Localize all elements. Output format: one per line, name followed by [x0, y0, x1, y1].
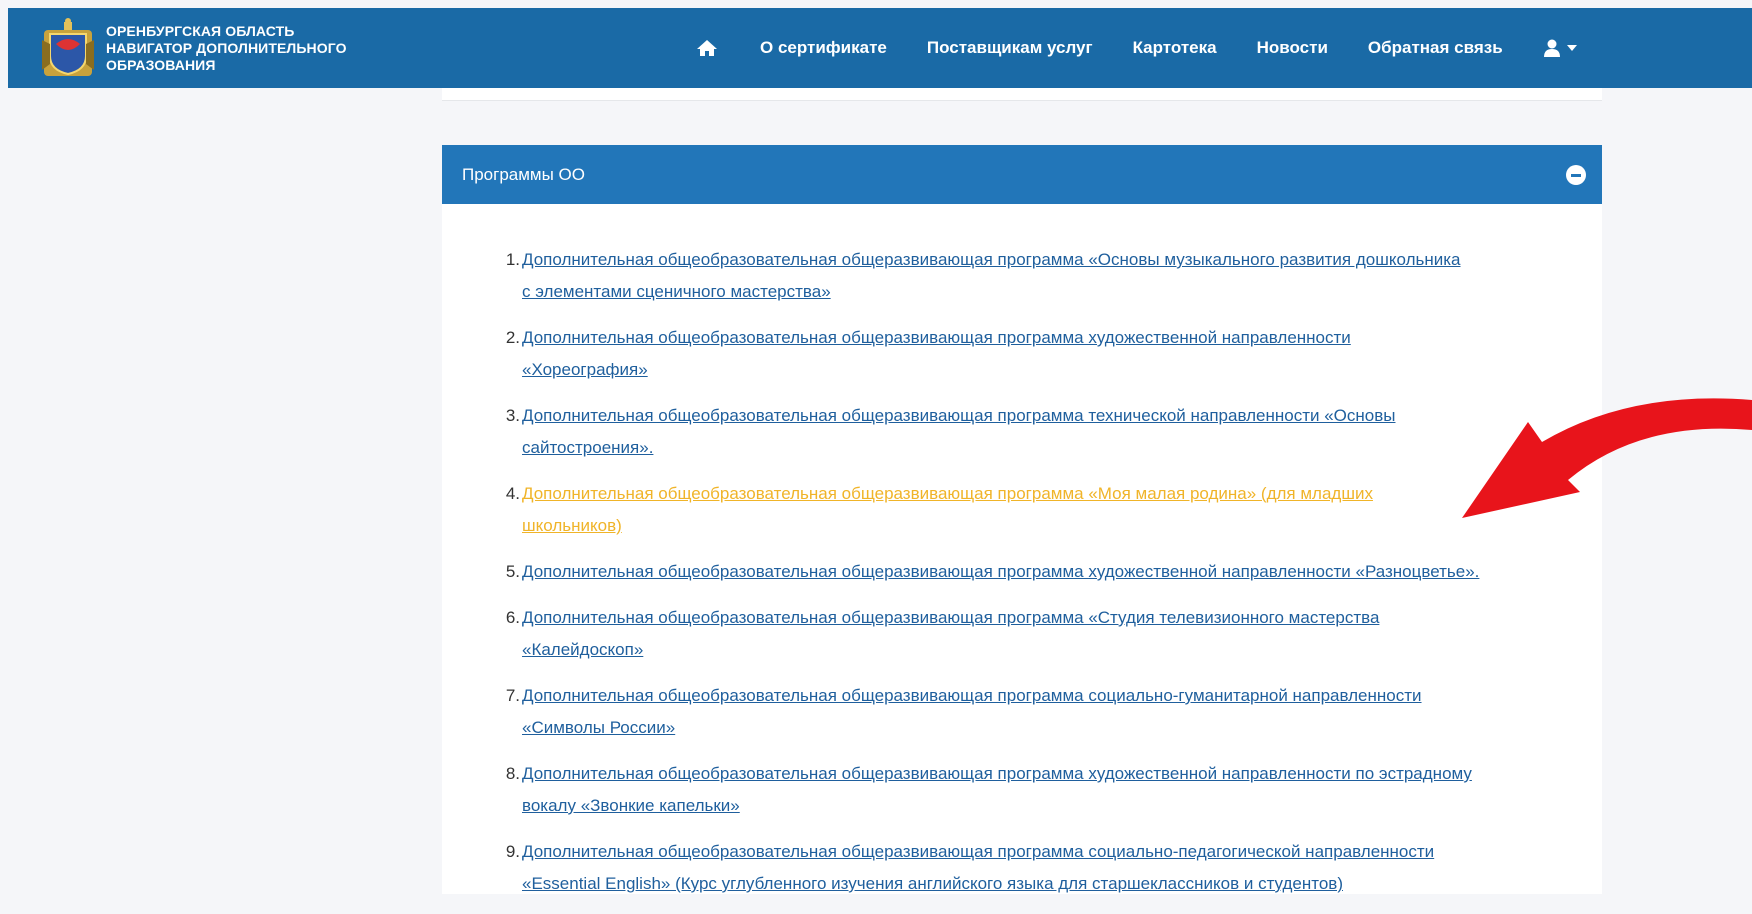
nav-providers[interactable]: Поставщикам услуг — [927, 38, 1093, 58]
user-icon — [1543, 39, 1560, 57]
item-number: 6. — [505, 608, 520, 627]
program-link[interactable]: Дополнительная общеобразовательная общер… — [522, 250, 1461, 301]
program-link[interactable]: Дополнительная общеобразовательная общер… — [522, 328, 1351, 379]
item-number: 3. — [505, 406, 520, 425]
programs-list: 1. Дополнительная общеобразовательная об… — [504, 244, 1594, 914]
program-link[interactable]: Дополнительная общеобразовательная общер… — [522, 562, 1479, 581]
item-number: 8. — [505, 764, 520, 783]
program-link-line1: Дополнительная общеобразовательная общер… — [522, 406, 1396, 425]
list-item: 6. Дополнительная общеобразовательная об… — [504, 602, 1594, 666]
brand-line-2: НАВИГАТОР ДОПОЛНИТЕЛЬНОГО — [106, 39, 347, 56]
brand-line-1: ОРЕНБУРГСКАЯ ОБЛАСТЬ — [106, 22, 295, 39]
program-link-line1: Дополнительная общеобразовательная общер… — [522, 328, 1351, 347]
list-item: 4. Дополнительная общеобразовательная об… — [504, 478, 1594, 542]
program-link-line1: Дополнительная общеобразовательная общер… — [522, 484, 1373, 503]
nav-home-link[interactable] — [696, 37, 720, 59]
programs-panel-body: 1. Дополнительная общеобразовательная об… — [442, 204, 1602, 894]
main-nav: О сертификате Поставщикам услуг Картотек… — [696, 8, 1577, 88]
program-link-line2: с элементами сценичного мастерства» — [522, 282, 831, 301]
programs-panel-header: Программы ОО — [442, 145, 1602, 204]
list-item: 2. Дополнительная общеобразовательная об… — [504, 322, 1594, 386]
item-number: 7. — [505, 686, 520, 705]
panel-title: Программы ОО — [462, 164, 586, 184]
program-link-line2: школьников) — [522, 516, 622, 535]
program-link-line1: Дополнительная общеобразовательная общер… — [522, 250, 1461, 269]
previous-card-bottom — [442, 88, 1602, 101]
red-arrow-annotation — [1462, 398, 1752, 518]
program-link-line2: «Хореография» — [522, 360, 648, 379]
program-link-line2: «Калейдоскоп» — [522, 640, 644, 659]
program-link-line1: Дополнительная общеобразовательная общер… — [522, 686, 1422, 705]
list-item: 3. Дополнительная общеобразовательная об… — [504, 400, 1594, 464]
program-link[interactable]: Дополнительная общеобразовательная общер… — [522, 764, 1472, 815]
brand-line-3: ОБРАЗОВАНИЯ — [106, 56, 216, 73]
list-item: 8. Дополнительная общеобразовательная об… — [504, 758, 1594, 822]
program-link-line2: сайтостроения». — [522, 438, 654, 457]
item-number: 2. — [505, 328, 520, 347]
list-item: 9. Дополнительная общеобразовательная об… — [504, 836, 1594, 900]
item-number: 1. — [505, 250, 520, 269]
program-link-highlighted[interactable]: Дополнительная общеобразовательная общер… — [522, 484, 1373, 535]
program-link-line2: вокалу «Звонкие капельки» — [522, 796, 740, 815]
program-link-line2: «Символы России» — [522, 718, 676, 737]
item-number: 4. — [505, 484, 520, 503]
nav-about-certificate[interactable]: О сертификате — [760, 38, 887, 58]
user-menu-dropdown[interactable] — [1543, 39, 1577, 57]
list-item: 7. Дополнительная общеобразовательная об… — [504, 680, 1594, 744]
top-navbar: ОРЕНБУРГСКАЯ ОБЛАСТЬ НАВИГАТОР ДОПОЛНИТЕ… — [8, 8, 1752, 88]
program-link-line2: «Essential English» (Курс углубленного и… — [522, 874, 1343, 893]
list-item: 1. Дополнительная общеобразовательная об… — [504, 244, 1594, 308]
nav-feedback[interactable]: Обратная связь — [1368, 38, 1503, 58]
caret-down-icon — [1566, 45, 1577, 51]
item-number: 5. — [505, 562, 520, 581]
brand-title: ОРЕНБУРГСКАЯ ОБЛАСТЬ НАВИГАТОР ДОПОЛНИТЕ… — [106, 23, 347, 74]
list-item: 5. Дополнительная общеобразовательная об… — [504, 556, 1594, 588]
nav-news[interactable]: Новости — [1257, 38, 1328, 58]
program-link-line1: Дополнительная общеобразовательная общер… — [522, 842, 1435, 861]
program-link-line1: Дополнительная общеобразовательная общер… — [522, 562, 1480, 581]
program-link[interactable]: Дополнительная общеобразовательная общер… — [522, 686, 1422, 737]
program-link[interactable]: Дополнительная общеобразовательная общер… — [522, 608, 1379, 659]
program-link-line1: Дополнительная общеобразовательная общер… — [522, 764, 1472, 783]
brand-logo-link[interactable]: ОРЕНБУРГСКАЯ ОБЛАСТЬ НАВИГАТОР ДОПОЛНИТЕ… — [42, 14, 347, 82]
nav-catalog[interactable]: Картотека — [1133, 38, 1217, 58]
home-icon — [697, 40, 717, 56]
minus-circle-icon[interactable] — [1566, 165, 1586, 185]
program-link-line1: Дополнительная общеобразовательная общер… — [522, 608, 1380, 627]
item-number: 9. — [505, 842, 520, 861]
program-link[interactable]: Дополнительная общеобразовательная общер… — [522, 406, 1395, 457]
program-link[interactable]: Дополнительная общеобразовательная общер… — [522, 842, 1434, 893]
coat-of-arms-emblem — [42, 18, 94, 76]
